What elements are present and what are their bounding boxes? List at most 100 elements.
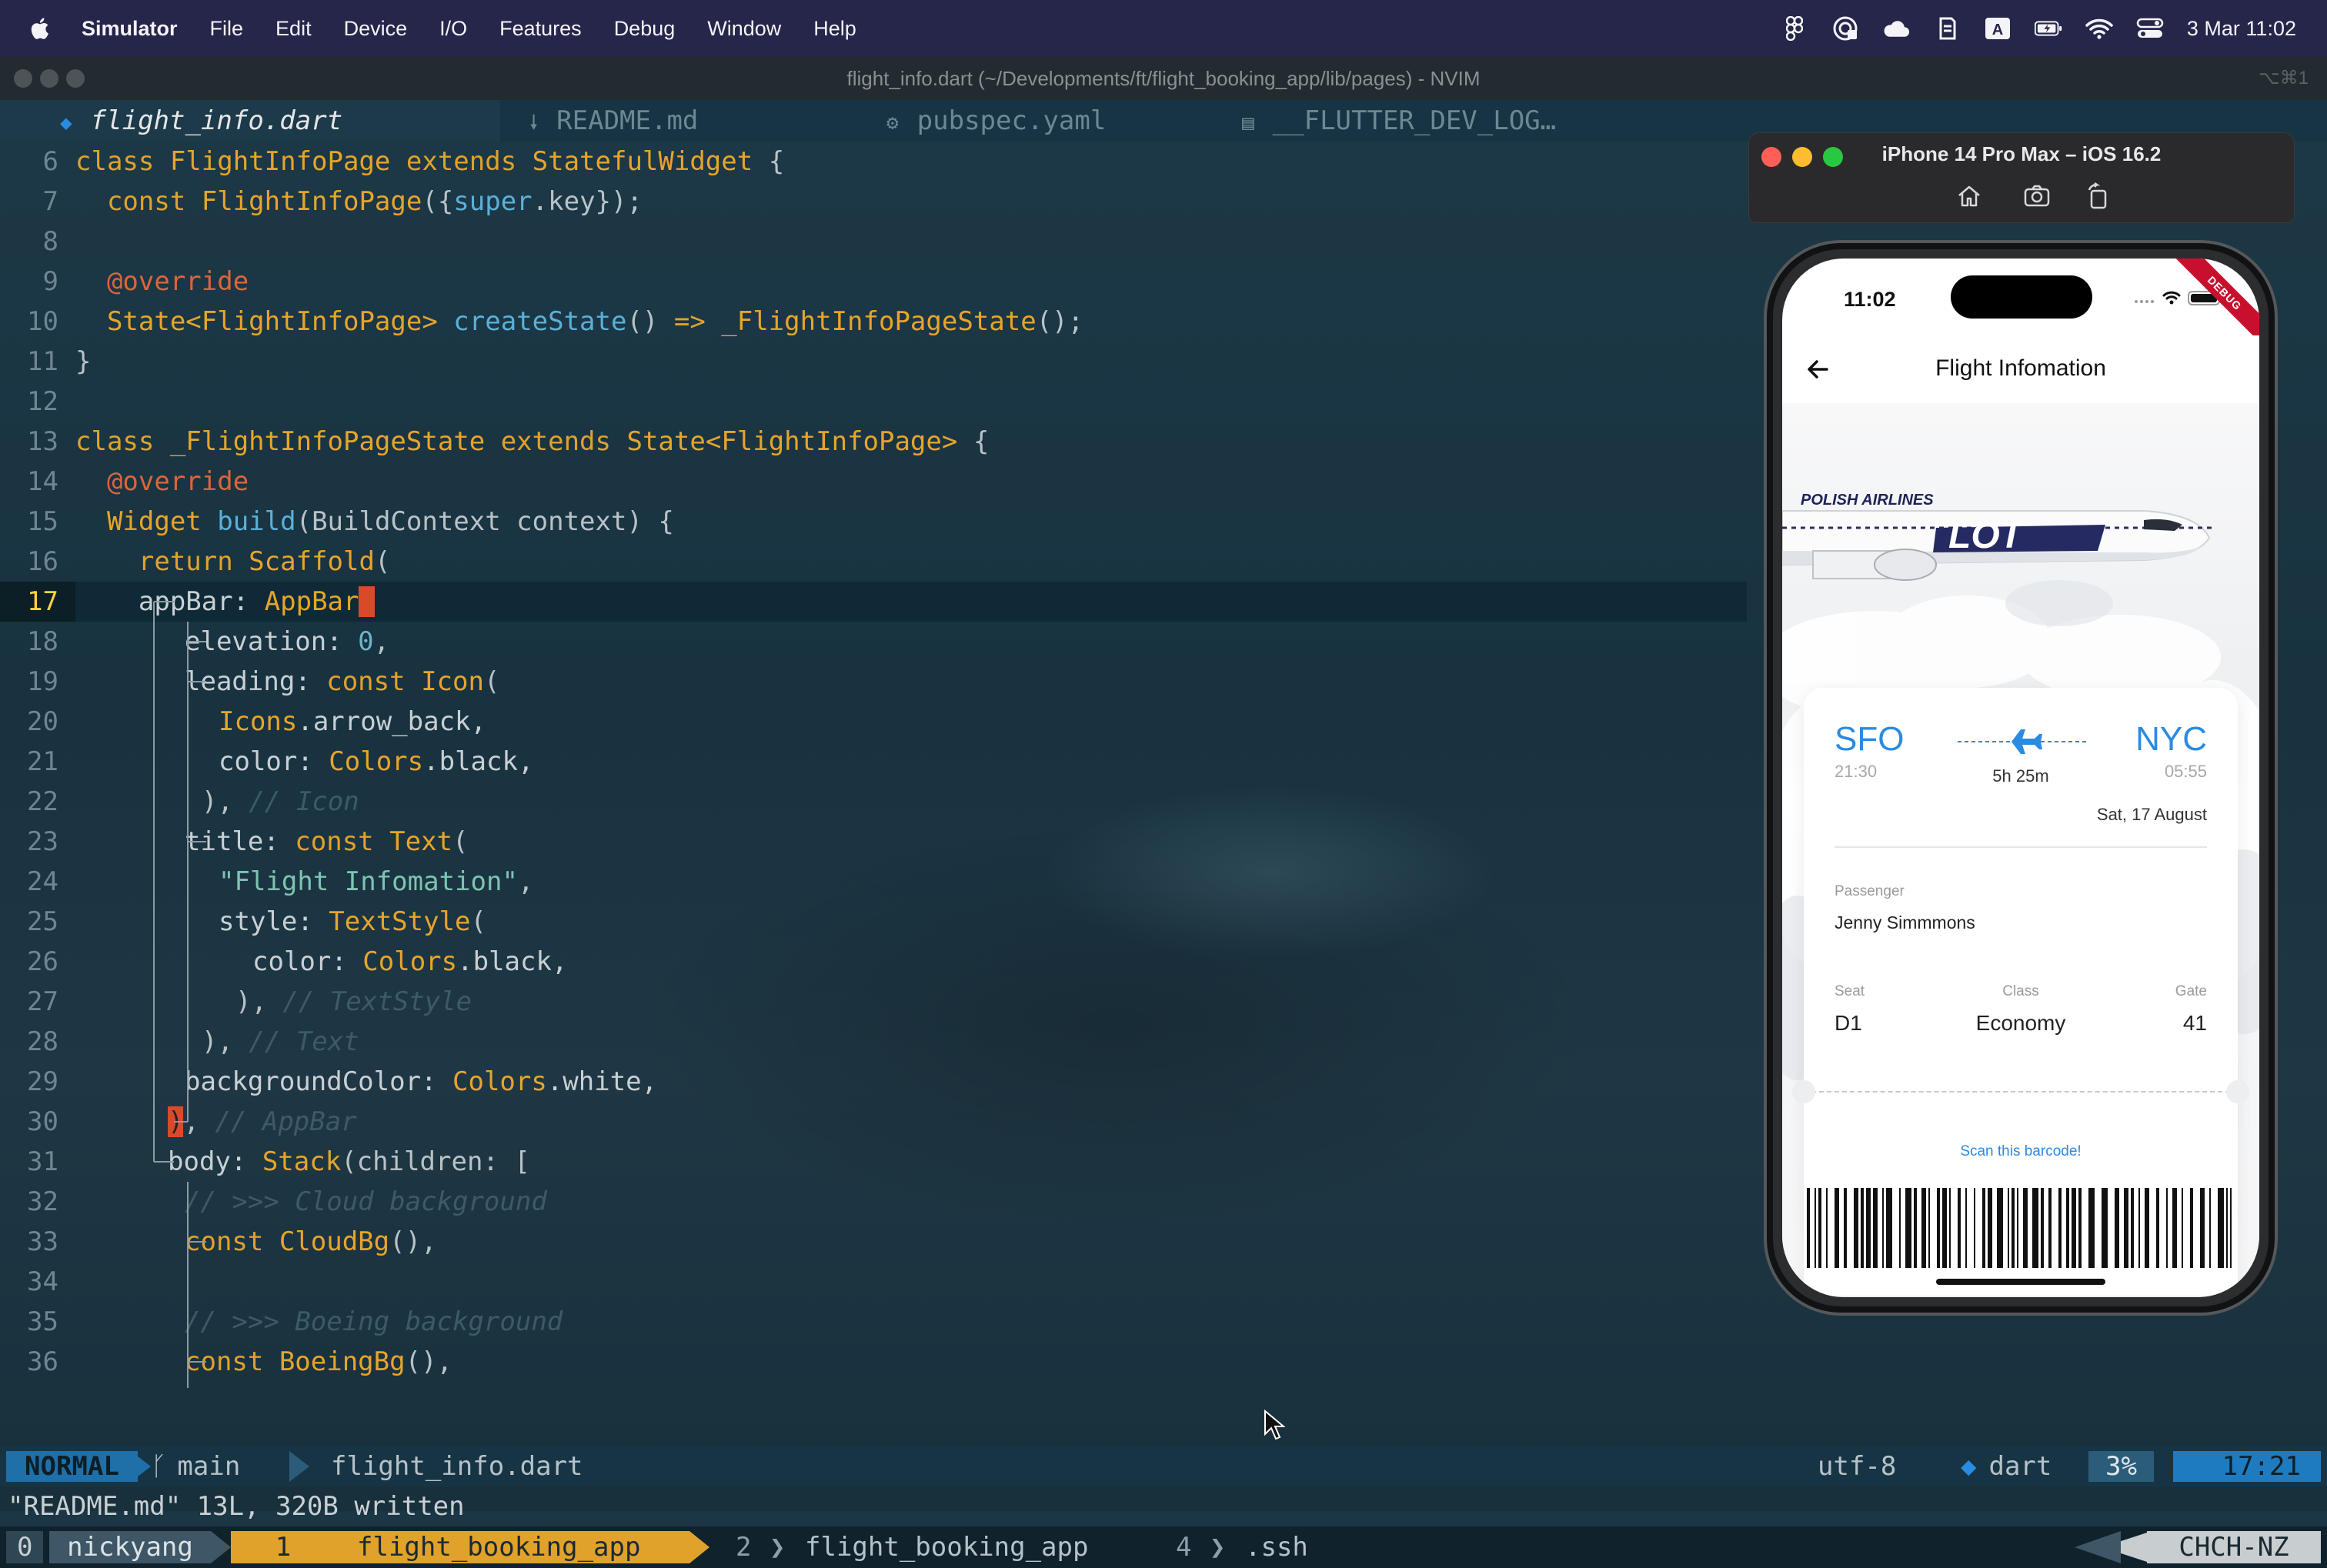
tmux-window-2-index[interactable]: 2 bbox=[736, 1531, 751, 1563]
code-line: 36 const BoeingBg(), bbox=[0, 1342, 1747, 1382]
code-line: 13 class _FlightInfoPageState extends Sta… bbox=[0, 422, 1747, 462]
menu-debug[interactable]: Debug bbox=[614, 17, 676, 41]
tmux-window-1-name[interactable]: flight_booking_app bbox=[336, 1531, 689, 1563]
barcode-bar bbox=[1854, 1188, 1858, 1268]
barcode-bar bbox=[1914, 1188, 1917, 1268]
vim-mode-indicator: NORMAL bbox=[6, 1451, 138, 1482]
barcode-bar bbox=[1997, 1188, 2003, 1268]
ticket-perforation bbox=[1804, 1091, 2238, 1093]
barcode-bar bbox=[1921, 1188, 1926, 1268]
ticket-notch-left bbox=[1792, 1080, 1815, 1103]
scan-barcode-text[interactable]: Scan this barcode! bbox=[1804, 1143, 2238, 1160]
menu-features[interactable]: Features bbox=[499, 17, 582, 41]
tmux-window-4-index[interactable]: 4 bbox=[1176, 1531, 1191, 1563]
barcode-bar bbox=[2032, 1188, 2038, 1268]
barcode-bar bbox=[1899, 1188, 1901, 1268]
barcode-bar bbox=[1882, 1188, 1884, 1268]
cellular-icon bbox=[2135, 300, 2154, 303]
buffer-tab-flutter-log[interactable]: ▤ __FLUTTER_DEV_LOG… bbox=[1242, 100, 1556, 142]
input-source-icon[interactable]: A bbox=[1984, 15, 2012, 42]
code-line: 7 const FlightInfoPage({super.key}); bbox=[0, 182, 1747, 222]
ios-status-time: 11:02 bbox=[1844, 288, 1896, 311]
buffer-tab-readme[interactable]: 🠗 README.md bbox=[529, 100, 698, 142]
menubar-status-area: A 3 Mar 11:02 bbox=[1781, 0, 2296, 57]
code-editor[interactable]: 6 class FlightInfoPage extends StatefulWi… bbox=[0, 142, 1747, 1446]
dart-file-icon: ◆ bbox=[60, 112, 72, 135]
barcode-bar bbox=[2138, 1188, 2140, 1268]
tmux-window-4-name[interactable]: .ssh bbox=[1245, 1531, 1308, 1563]
markdown-file-icon: 🠗 bbox=[529, 112, 539, 135]
code-line: 6 class FlightInfoPage extends StatefulWi… bbox=[0, 142, 1747, 182]
barcode-bar bbox=[2088, 1188, 2095, 1268]
code-line: 34 bbox=[0, 1262, 1747, 1302]
barcode-image bbox=[1807, 1188, 2232, 1268]
line-number: 27 bbox=[27, 986, 58, 1017]
wifi-icon[interactable] bbox=[2085, 15, 2113, 42]
code-line: 20 Icons.arrow_back, bbox=[0, 702, 1747, 742]
destination: NYC 05:55 bbox=[2135, 720, 2207, 782]
flight-date: Sat, 17 August bbox=[2096, 805, 2207, 824]
barcode-bar bbox=[2156, 1188, 2159, 1268]
barcode-bar bbox=[1937, 1188, 1940, 1268]
menu-app-name[interactable]: Simulator bbox=[82, 17, 178, 41]
code-line: 18 elevation: 0, bbox=[0, 622, 1747, 662]
phone-screen[interactable]: 11:02 DEBUG Flight Infomation LOT POLISH… bbox=[1782, 259, 2259, 1297]
barcode-bar bbox=[1942, 1188, 1947, 1268]
screenshot-icon[interactable] bbox=[2023, 182, 2051, 210]
barcode-bar bbox=[2230, 1188, 2232, 1268]
line-number: 15 bbox=[27, 506, 58, 537]
barcode-bar bbox=[2078, 1188, 2082, 1268]
terminal-titlebar[interactable]: flight_info.dart (~/Developments/ft/flig… bbox=[0, 57, 2327, 101]
barcode-bar bbox=[2182, 1188, 2183, 1268]
sync-icon[interactable] bbox=[1933, 15, 1961, 42]
flight-path-icon bbox=[1958, 729, 2088, 754]
window-shortcut: ⌥⌘1 bbox=[2258, 68, 2309, 88]
line-number: 24 bbox=[27, 866, 58, 897]
line-number: 18 bbox=[27, 626, 58, 657]
code-line: 35// >>> Boeing background bbox=[0, 1302, 1747, 1342]
menu-device[interactable]: Device bbox=[344, 17, 408, 41]
buffer-tab-pubspec[interactable]: ⚙ pubspec.yaml bbox=[886, 100, 1106, 142]
code-line-current: 17 appBar: AppBar( bbox=[0, 582, 1747, 622]
line-number: 12 bbox=[27, 386, 58, 417]
code-line: 29 backgroundColor: Colors.white, bbox=[0, 1062, 1747, 1102]
cloud-icon[interactable] bbox=[1882, 15, 1910, 42]
gate-value: 41 bbox=[2182, 1011, 2207, 1035]
tmux-window-1-index[interactable]: 1 bbox=[231, 1531, 336, 1563]
flight-info-body: LOT POLISH AIRLINES SFO 21:30 5h 25m NYC… bbox=[1782, 403, 2259, 1297]
barcode-bar bbox=[2131, 1188, 2134, 1268]
barcode-bar bbox=[2008, 1188, 2009, 1268]
figma-icon[interactable] bbox=[1781, 15, 1808, 42]
line-number: 19 bbox=[27, 666, 58, 697]
line-number: 21 bbox=[27, 746, 58, 777]
home-icon[interactable] bbox=[1955, 182, 1983, 210]
tmux-window-2-name[interactable]: flight_booking_app bbox=[805, 1531, 1088, 1563]
apple-logo-icon[interactable] bbox=[28, 15, 54, 42]
barcode-bar bbox=[2066, 1188, 2069, 1268]
buffer-tab-flight-info[interactable]: ◆ flight_info.dart bbox=[0, 100, 500, 142]
simulator-toolbar[interactable]: iPhone 14 Pro Max – iOS 16.2 bbox=[1748, 132, 2295, 223]
simulator-window: iPhone 14 Pro Max – iOS 16.2 11:02 DEBUG… bbox=[1748, 132, 2295, 1317]
menu-help[interactable]: Help bbox=[813, 17, 856, 41]
menu-edit[interactable]: Edit bbox=[275, 17, 312, 41]
line-number: 8 bbox=[42, 226, 58, 257]
code-line: 15 Widget build(BuildContext context) { bbox=[0, 502, 1747, 542]
battery-icon[interactable] bbox=[2034, 15, 2062, 42]
buffer-tab-label: __FLUTTER_DEV_LOG… bbox=[1272, 105, 1557, 136]
vpn-icon[interactable] bbox=[1831, 15, 1859, 42]
rotate-icon[interactable] bbox=[2085, 182, 2112, 210]
menubar-clock[interactable]: 3 Mar 11:02 bbox=[2187, 17, 2296, 41]
line-number: 17 bbox=[0, 582, 75, 622]
menu-file[interactable]: File bbox=[210, 17, 244, 41]
line-number: 31 bbox=[27, 1146, 58, 1177]
nvim-command-line[interactable]: "README.md" 13L, 320B written bbox=[0, 1486, 2327, 1526]
git-branch-icon: ᚴ bbox=[151, 1451, 167, 1482]
nvim-statusline: NORMAL ᚴ main flight_info.dart utf-8 ◆ dar… bbox=[0, 1446, 2327, 1486]
home-indicator[interactable] bbox=[1936, 1279, 2105, 1285]
log-file-icon: ▤ bbox=[1242, 112, 1254, 135]
menu-window[interactable]: Window bbox=[707, 17, 781, 41]
code-line: 22), // Icon bbox=[0, 782, 1747, 822]
svg-text:A: A bbox=[1992, 22, 2003, 38]
control-center-icon[interactable] bbox=[2136, 15, 2164, 42]
menu-io[interactable]: I/O bbox=[439, 17, 467, 41]
